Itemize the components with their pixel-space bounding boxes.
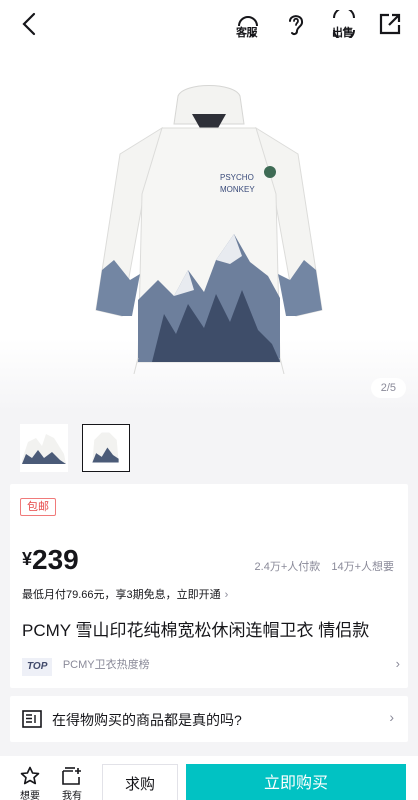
buyers-count: 2.4万+人付款 <box>254 561 321 573</box>
customer-service-button[interactable]: 客服 <box>234 10 262 39</box>
authentic-book-icon <box>22 710 42 728</box>
customer-service-label: 客服 <box>236 27 258 39</box>
ranking-label: PCMY卫衣热度榜 <box>62 659 150 671</box>
buy-now-button[interactable]: 立即购买 <box>186 764 406 800</box>
product-image-gallery[interactable]: PSYCHO MONKEY 2/5 <box>0 48 418 412</box>
bottom-action-bar: 想要 我有 求购 立即购买 <box>0 756 418 800</box>
top-navigation-bar: 客服 出售 <box>0 0 418 48</box>
hoodie-product-image: PSYCHO MONKEY <box>95 85 323 374</box>
star-icon <box>20 766 40 785</box>
add-box-icon <box>62 767 81 785</box>
ear-icon <box>289 15 304 36</box>
price: ¥239 <box>22 544 79 576</box>
ear-button[interactable] <box>282 10 310 38</box>
sales-stats: 2.4万+人付款 14万+人想要 <box>247 558 394 574</box>
print-text-line2: MONKEY <box>220 185 255 194</box>
product-info-card: 包邮 ¥239 2.4万+人付款 14万+人想要 最低月付79.66元，享3期免… <box>10 484 408 688</box>
ask-to-buy-button[interactable]: 求购 <box>102 764 178 800</box>
question-text: 在得物购买的商品都是真的吗? <box>52 712 242 728</box>
share-icon <box>379 13 401 35</box>
chevron-right-icon: › <box>224 589 229 601</box>
sell-label: 出售 <box>332 27 354 39</box>
thumbnail-1[interactable] <box>20 424 68 472</box>
currency-symbol: ¥ <box>22 549 33 569</box>
want-button[interactable]: 想要 <box>14 766 46 800</box>
top-rank-tag: TOP <box>22 658 53 676</box>
image-pager: 2/5 <box>370 378 406 398</box>
thumbnail-2-selected[interactable] <box>82 424 130 472</box>
i-have-label: 我有 <box>62 791 82 800</box>
want-label: 想要 <box>20 791 40 800</box>
free-shipping-badge: 包邮 <box>20 498 56 516</box>
back-icon[interactable] <box>16 10 44 38</box>
wishers-count: 14万+人想要 <box>331 561 394 573</box>
chevron-right-icon: › <box>395 656 400 671</box>
authenticity-question-row[interactable]: 在得物购买的商品都是真的吗? › <box>10 696 408 742</box>
price-amount: 239 <box>32 544 79 575</box>
chevron-right-icon: › <box>389 709 394 725</box>
share-button[interactable] <box>376 10 404 38</box>
product-title: PCMY 雪山印花纯棉宽松休闲连帽卫衣 情侣款 <box>22 621 370 640</box>
ranking-row[interactable]: TOP PCMY卫衣热度榜 › <box>22 656 402 676</box>
i-have-button[interactable]: 我有 <box>56 766 88 800</box>
installment-offer[interactable]: 最低月付79.66元，享3期免息，立即开通 › <box>22 586 228 602</box>
installment-text: 最低月付79.66元，享3期免息，立即开通 <box>22 589 221 601</box>
print-text-line1: PSYCHO <box>220 173 254 182</box>
sell-button[interactable]: 出售 <box>330 7 358 41</box>
